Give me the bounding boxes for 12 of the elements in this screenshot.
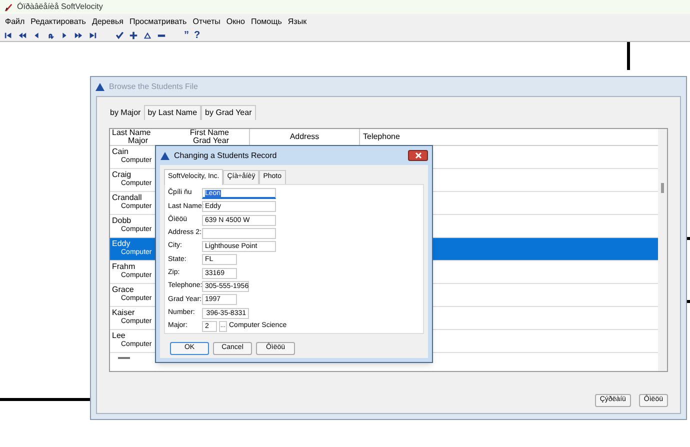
window-title: Óïðàâëåíèå SoftVelocity — [17, 1, 103, 13]
last-name-cell-text: Eddy — [111, 239, 130, 248]
last-name-cell-text: Lee — [111, 331, 126, 340]
last-name-cell-text: Crandall — [111, 193, 142, 202]
window-title: Browse the Students File — [109, 80, 198, 92]
last-name-cell-text: Dobb — [111, 216, 132, 225]
last-name-cell-text: Grace — [111, 285, 134, 294]
last-name-cell-text: Craig — [111, 170, 132, 179]
last-name-cell-text: Frahm — [111, 262, 136, 271]
last-name-cell-text: Cain — [111, 147, 128, 156]
last-name-cell-text: Kaiser — [111, 308, 135, 317]
dialog-title: Changing a Students Record — [174, 150, 278, 162]
